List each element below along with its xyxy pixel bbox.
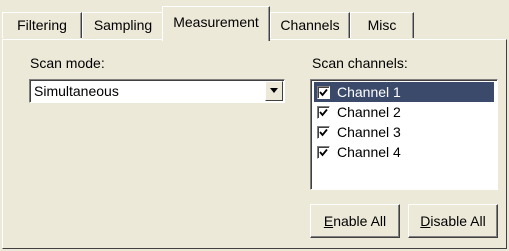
tab-measurement-label: Measurement [173,14,259,30]
channel-item-1[interactable]: Channel 1 [314,82,494,102]
channel-label: Channel 4 [337,144,401,160]
channel-item-3[interactable]: Channel 3 [314,122,494,142]
tab-measurement[interactable]: Measurement [162,6,270,41]
channel-label: Channel 2 [337,104,401,120]
checkbox[interactable] [317,106,330,119]
tab-filtering[interactable]: Filtering [2,12,82,38]
tab-sampling-label: Sampling [93,17,153,33]
check-icon [319,148,328,157]
enable-all-label: nable All [333,213,387,229]
checkbox[interactable] [317,126,330,139]
disable-all-accel: D [420,213,431,229]
scan-channels-label: Scan channels: [312,55,408,71]
tab-misc-label: Misc [367,17,397,33]
checkbox[interactable] [317,146,330,159]
check-icon [319,108,328,117]
check-icon [319,88,328,97]
tab-strip: Filtering Sampling Measurement Channels … [0,0,509,41]
channel-label: Channel 3 [337,124,401,140]
chevron-down-icon [270,88,278,93]
disable-all-label: isable All [430,213,486,229]
tab-filtering-label: Filtering [17,17,67,33]
tab-misc[interactable]: Misc [350,12,414,38]
checkbox[interactable] [317,86,330,99]
tab-channels[interactable]: Channels [270,12,350,38]
enable-all-accel: E [323,213,334,229]
channel-item-2[interactable]: Channel 2 [314,102,494,122]
channel-item-4[interactable]: Channel 4 [314,142,494,162]
tab-sampling[interactable]: Sampling [82,12,164,38]
check-icon [319,128,328,137]
disable-all-button[interactable]: Disable All [408,204,498,238]
scan-mode-label: Scan mode: [30,55,105,71]
scan-channels-list[interactable]: Channel 1 Channel 2 Channel 3 Channel 4 [310,79,498,190]
dropdown-button[interactable] [265,81,283,101]
scan-mode-select[interactable]: Simultaneous [29,79,285,103]
channel-label: Channel 1 [337,84,401,100]
tab-channels-label: Channels [280,17,340,33]
enable-all-button[interactable]: Enable All [310,204,400,238]
scan-mode-value: Simultaneous [34,83,119,99]
